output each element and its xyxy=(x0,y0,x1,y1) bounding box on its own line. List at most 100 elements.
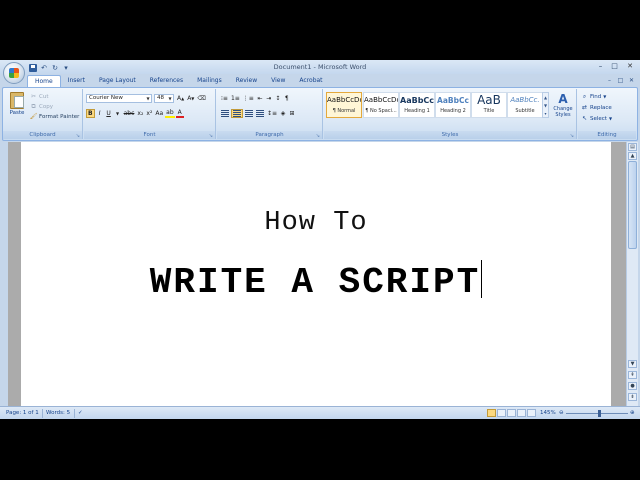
align-left-icon[interactable] xyxy=(220,109,230,118)
font-color-icon[interactable]: A xyxy=(175,109,184,118)
proofing-icon[interactable]: ✓ xyxy=(74,409,83,418)
outline-icon[interactable] xyxy=(517,409,526,417)
office-button[interactable] xyxy=(3,62,25,84)
tab-mailings[interactable]: Mailings xyxy=(190,75,229,87)
print-layout-icon[interactable] xyxy=(487,409,496,417)
tab-acrobat[interactable]: Acrobat xyxy=(292,75,329,87)
gallery-more-icon[interactable]: ▾ xyxy=(544,111,546,116)
superscript-icon[interactable]: x² xyxy=(145,109,153,118)
dialog-launcher-icon[interactable]: ↘ xyxy=(316,132,320,140)
previous-page-icon[interactable]: ⇞ xyxy=(628,371,637,379)
dialog-launcher-icon[interactable]: ↘ xyxy=(209,132,213,140)
minimize-ribbon-icon[interactable]: – xyxy=(605,76,614,85)
restore-doc-icon[interactable]: □ xyxy=(616,76,625,85)
web-layout-icon[interactable] xyxy=(507,409,516,417)
zoom-slider-thumb[interactable] xyxy=(598,410,601,417)
sort-icon[interactable]: ↕ xyxy=(274,94,282,103)
minimize-button[interactable]: – xyxy=(594,61,607,71)
style-normal[interactable]: AaBbCcDc ¶ Normal xyxy=(326,92,362,118)
zoom-slider[interactable] xyxy=(566,413,628,414)
paste-button[interactable]: Paste xyxy=(6,92,28,128)
paragraph-group: ⁝≡ 1≡ ⋮≡ ⇤ ⇥ ↕ ¶ ↕≡ ◈ ⊞ Paragraph ↘ xyxy=(217,89,323,139)
tab-home[interactable]: Home xyxy=(27,75,61,87)
underline-icon[interactable]: U xyxy=(105,109,113,118)
show-marks-icon[interactable]: ¶ xyxy=(283,94,291,103)
zoom-out-icon[interactable]: ⊖ xyxy=(559,409,564,418)
vertical-scrollbar[interactable]: ▤ ▲ ▼ ⇞ ● ⇟ xyxy=(626,142,638,406)
line-spacing-icon[interactable]: ↕≡ xyxy=(266,109,278,118)
styles-gallery-scroll[interactable]: ▲ ▼ ▾ xyxy=(542,92,549,118)
font-size-combo[interactable]: 48 ▼ xyxy=(154,94,174,103)
scroll-thumb[interactable] xyxy=(628,161,637,249)
align-right-icon[interactable] xyxy=(244,109,254,118)
close-doc-icon[interactable]: ✕ xyxy=(627,76,636,85)
increase-indent-icon[interactable]: ⇥ xyxy=(265,94,273,103)
format-painter-button[interactable]: 🖌 Format Painter xyxy=(30,112,80,121)
clear-formatting-icon[interactable]: ⌫ xyxy=(196,94,206,103)
select-button[interactable]: ↖ Select ▼ xyxy=(581,114,612,123)
tab-insert[interactable]: Insert xyxy=(61,75,92,87)
style-subtitle[interactable]: AaBbCc. Subtitle xyxy=(507,92,543,118)
cut-button[interactable]: ✂ Cut xyxy=(30,92,49,101)
subscript-icon[interactable]: x₂ xyxy=(136,109,144,118)
style-preview: AaBbCcDc xyxy=(364,96,398,104)
grow-font-icon[interactable]: A ▲ xyxy=(176,94,185,103)
align-center-icon[interactable] xyxy=(231,109,243,118)
format-painter-label: Format Painter xyxy=(39,113,80,120)
maximize-button[interactable]: □ xyxy=(608,61,621,71)
borders-icon[interactable]: ⊞ xyxy=(288,109,296,118)
document-line-title[interactable]: WRITE A SCRIPT xyxy=(21,260,611,303)
justify-icon[interactable] xyxy=(255,109,265,118)
shading-icon[interactable]: ◈ xyxy=(279,109,287,118)
bold-icon[interactable]: B xyxy=(86,109,95,118)
document-line-how-to[interactable]: How To xyxy=(21,208,611,238)
editing-group-label: Editing xyxy=(578,131,636,139)
select-arrow-icon: ↖ xyxy=(581,115,588,122)
copy-button[interactable]: ⧉ Copy xyxy=(30,102,53,111)
scroll-down-icon[interactable]: ▼ xyxy=(628,360,637,368)
cut-label: Cut xyxy=(39,93,49,100)
document-page[interactable]: How To WRITE A SCRIPT xyxy=(21,142,611,406)
dialog-launcher-icon[interactable]: ↘ xyxy=(76,132,80,140)
strikethrough-icon[interactable]: abc xyxy=(123,109,136,118)
tab-references[interactable]: References xyxy=(143,75,190,87)
browse-object-icon[interactable]: ● xyxy=(628,382,637,390)
next-page-icon[interactable]: ⇟ xyxy=(628,393,637,401)
numbering-icon[interactable]: 1≡ xyxy=(230,94,241,103)
style-heading-2[interactable]: AaBbCc Heading 2 xyxy=(435,92,471,118)
zoom-level[interactable]: 145% xyxy=(540,409,556,418)
highlight-icon[interactable]: ab xyxy=(165,109,175,118)
word-count[interactable]: Words: 5 xyxy=(42,409,70,418)
scroll-up-icon[interactable]: ▲ xyxy=(628,152,637,160)
draft-icon[interactable] xyxy=(527,409,536,417)
style-no-spacing[interactable]: AaBbCcDc ¶ No Spaci... xyxy=(363,92,399,118)
chevron-up-icon[interactable]: ▲ xyxy=(544,95,547,100)
chevron-down-icon[interactable]: ▼ xyxy=(544,103,547,108)
underline-dropdown-icon[interactable]: ▼ xyxy=(114,109,122,118)
font-name-combo[interactable]: Courier New ▼ xyxy=(86,94,152,103)
styles-group-label: Styles ↘ xyxy=(324,131,576,139)
page-count[interactable]: Page: 1 of 1 xyxy=(6,409,39,418)
style-name: Heading 1 xyxy=(404,108,430,114)
replace-button[interactable]: ⇄ Replace xyxy=(581,103,612,112)
bullets-icon[interactable]: ⁝≡ xyxy=(220,94,229,103)
decrease-indent-icon[interactable]: ⇤ xyxy=(256,94,264,103)
find-button[interactable]: ⌕ Find ▼ xyxy=(581,92,607,101)
shrink-font-icon[interactable]: A ▼ xyxy=(186,94,195,103)
change-case-icon[interactable]: Aa xyxy=(154,109,164,118)
document-area: How To WRITE A SCRIPT xyxy=(0,142,626,406)
style-title[interactable]: AaB Title xyxy=(471,92,507,118)
close-button[interactable]: ✕ xyxy=(622,61,638,71)
dialog-launcher-icon[interactable]: ↘ xyxy=(570,132,574,140)
tab-page-layout[interactable]: Page Layout xyxy=(92,75,143,87)
ruler-toggle-icon[interactable]: ▤ xyxy=(628,143,637,151)
style-heading-1[interactable]: AaBbCc Heading 1 xyxy=(399,92,435,118)
full-screen-reading-icon[interactable] xyxy=(497,409,506,417)
change-styles-button[interactable]: A Change Styles xyxy=(552,92,574,118)
vertical-ruler xyxy=(0,142,8,406)
multilevel-list-icon[interactable]: ⋮≡ xyxy=(242,94,255,103)
tab-review[interactable]: Review xyxy=(229,75,264,87)
zoom-in-icon[interactable]: ⊕ xyxy=(630,409,635,418)
tab-view[interactable]: View xyxy=(264,75,292,87)
italic-icon[interactable]: I xyxy=(96,109,104,118)
